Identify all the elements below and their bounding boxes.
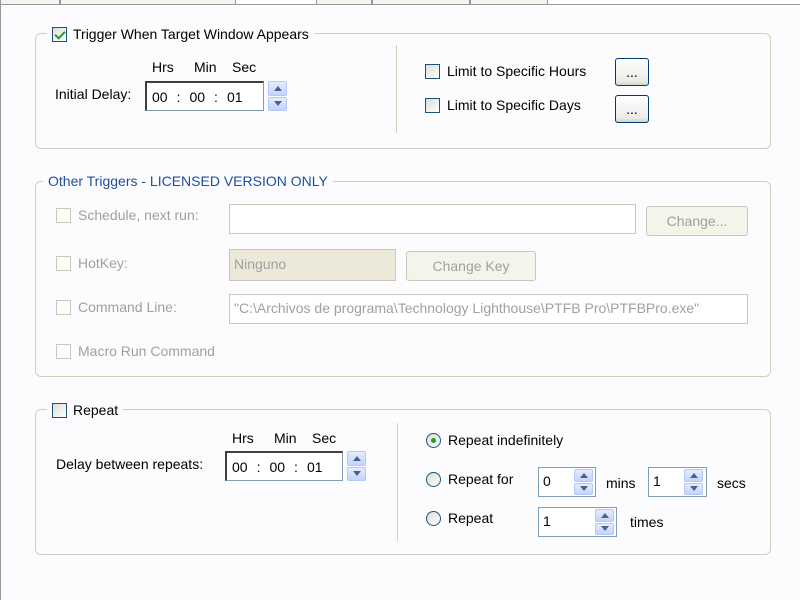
- other-triggers-legend: Other Triggers - LICENSED VERSION ONLY: [43, 172, 333, 190]
- spin-up-button[interactable]: [595, 509, 614, 522]
- repeat-indefinitely-label: Repeat indefinitely: [448, 432, 564, 448]
- limit-hours-row[interactable]: Limit to Specific Hours: [425, 63, 586, 79]
- spin-down-button[interactable]: [595, 522, 614, 535]
- initial-delay-spinner[interactable]: [268, 81, 287, 111]
- trigger-tab-panel: Trigger When Target Window Appears Hrs M…: [0, 4, 800, 600]
- change-schedule-button: Change...: [646, 206, 748, 236]
- command-line-input: "C:\Archivos de programa\Technology Ligh…: [229, 294, 748, 324]
- repeat-sec-header: Sec: [312, 430, 337, 446]
- hotkey-checkbox: [56, 255, 71, 271]
- repeat-delay-spinner[interactable]: [347, 451, 366, 481]
- schedule-row: Schedule, next run:: [56, 207, 199, 223]
- spin-down-button[interactable]: [574, 482, 593, 495]
- initial-delay-sec[interactable]: 01: [227, 89, 243, 105]
- command-line-label: Command Line:: [78, 299, 177, 315]
- repeat-label: Repeat: [73, 402, 119, 418]
- repeat-for-radio[interactable]: [426, 471, 441, 487]
- window-trigger-legend[interactable]: Trigger When Target Window Appears: [47, 25, 314, 43]
- arrow-up-icon: [579, 472, 588, 478]
- arrow-up-icon: [352, 455, 361, 461]
- initial-delay-min[interactable]: 00: [189, 89, 205, 105]
- repeat-delay-min[interactable]: 00: [269, 459, 285, 475]
- spin-down-button[interactable]: [684, 482, 703, 495]
- command-line-checkbox: [56, 299, 71, 315]
- repeat-mins-spinner[interactable]: [574, 469, 593, 495]
- initial-delay-label: Initial Delay:: [55, 86, 132, 102]
- arrow-down-icon: [689, 486, 698, 492]
- delay-between-repeats-label: Delay between repeats:: [56, 456, 204, 472]
- repeat-min-header: Min: [274, 430, 297, 446]
- repeat-times-spinner[interactable]: [595, 509, 614, 535]
- repeat-delay-hrs[interactable]: 00: [232, 459, 248, 475]
- arrow-up-icon: [600, 512, 609, 518]
- repeat-for-label: Repeat for: [448, 471, 514, 487]
- mins-label: mins: [606, 475, 636, 491]
- macro-run-checkbox: [56, 343, 71, 359]
- limit-days-checkbox[interactable]: [425, 97, 440, 113]
- hrs-header: Hrs: [152, 59, 174, 75]
- repeat-indefinitely-radio[interactable]: [426, 432, 441, 448]
- limit-days-button[interactable]: ...: [615, 95, 649, 123]
- spin-up-button[interactable]: [684, 469, 703, 482]
- change-key-button: Change Key: [406, 251, 536, 281]
- repeat-hrs-header: Hrs: [232, 430, 254, 446]
- arrow-down-icon: [352, 471, 361, 477]
- min-header: Min: [194, 59, 217, 75]
- arrow-up-icon: [273, 85, 282, 91]
- macro-run-label: Macro Run Command: [78, 343, 215, 359]
- arrow-down-icon: [579, 486, 588, 492]
- limit-hours-checkbox[interactable]: [425, 63, 440, 79]
- repeat-times-radio[interactable]: [426, 510, 441, 526]
- initial-delay-time-input[interactable]: 00 : 00 : 01: [145, 81, 264, 111]
- secs-label: secs: [717, 475, 746, 491]
- arrow-down-icon: [273, 101, 282, 107]
- arrow-down-icon: [600, 526, 609, 532]
- window-trigger-label: Trigger When Target Window Appears: [73, 26, 309, 42]
- hotkey-label: HotKey:: [78, 255, 128, 271]
- limit-hours-button[interactable]: ...: [615, 58, 649, 86]
- window-trigger-checkbox[interactable]: [52, 26, 67, 42]
- repeat-legend[interactable]: Repeat: [47, 401, 124, 419]
- divider: [397, 423, 399, 541]
- repeat-secs-spinner[interactable]: [684, 469, 703, 495]
- hotkey-row: HotKey:: [56, 255, 128, 271]
- arrow-up-icon: [689, 472, 698, 478]
- repeat-indefinitely-option[interactable]: Repeat indefinitely: [426, 432, 563, 448]
- limit-hours-label: Limit to Specific Hours: [447, 63, 587, 79]
- repeat-delay-sec[interactable]: 01: [307, 459, 323, 475]
- repeat-checkbox[interactable]: [52, 402, 67, 418]
- spin-down-button[interactable]: [347, 466, 366, 481]
- repeat-for-option[interactable]: Repeat for: [426, 471, 513, 487]
- spin-up-button[interactable]: [268, 81, 287, 96]
- schedule-input: [229, 204, 636, 234]
- initial-delay-hrs[interactable]: 00: [152, 89, 168, 105]
- spin-down-button[interactable]: [268, 96, 287, 111]
- schedule-checkbox: [56, 207, 71, 223]
- schedule-label: Schedule, next run:: [78, 207, 199, 223]
- divider: [396, 45, 398, 133]
- spin-up-button[interactable]: [574, 469, 593, 482]
- limit-days-row[interactable]: Limit to Specific Days: [425, 97, 581, 113]
- repeat-delay-time-input[interactable]: 00 : 00 : 01: [225, 451, 343, 481]
- limit-days-label: Limit to Specific Days: [447, 97, 581, 113]
- times-label: times: [630, 514, 664, 530]
- repeat-times-option[interactable]: Repeat: [426, 510, 493, 526]
- macro-run-row: Macro Run Command: [56, 343, 215, 359]
- command-line-row: Command Line:: [56, 299, 177, 315]
- repeat-times-label: Repeat: [448, 510, 494, 526]
- sec-header: Sec: [232, 59, 257, 75]
- hotkey-input: Ninguno: [229, 249, 396, 281]
- spin-up-button[interactable]: [347, 451, 366, 466]
